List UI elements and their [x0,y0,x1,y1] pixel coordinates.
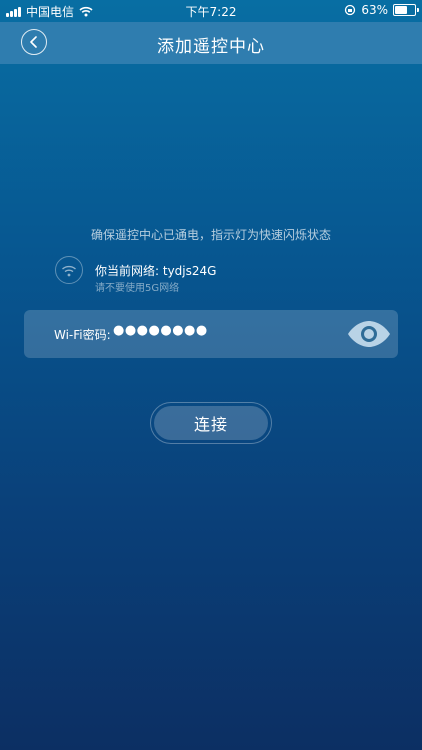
password-label: Wi-Fi密码: [54,328,111,342]
show-password-button[interactable] [347,320,391,348]
wifi-icon-container [55,256,83,284]
battery-percent: 63% [361,3,388,17]
battery-icon [393,4,419,16]
current-network-label: 你当前网络: tydjs24G [95,264,217,278]
page-title: 添加遥控中心 [157,37,265,57]
status-right: 63% [344,3,419,17]
status-bar: 中国电信 下午7:22 63% [0,0,422,22]
network-hint: 请不要使用5G网络 [95,283,180,294]
password-input[interactable]: ●●●●●●●● [113,323,208,338]
battery-fill [395,6,407,14]
instruction-text: 确保遥控中心已通电，指示灯为快速闪烁状态 [90,228,331,242]
password-field[interactable]: Wi-Fi密码: ●●●●●●●● [24,310,398,358]
connect-button-label: 连接 [154,406,268,440]
connect-button[interactable]: 连接 [150,402,272,444]
wifi-icon [62,265,76,276]
orientation-lock-icon [345,4,356,16]
screen: 中国电信 下午7:22 63% 添加遥控中心 确保遥控中心已通电，指示灯为快速闪… [0,0,422,750]
nav-bar: 添加遥控中心 [0,22,422,64]
eye-icon [348,321,390,347]
